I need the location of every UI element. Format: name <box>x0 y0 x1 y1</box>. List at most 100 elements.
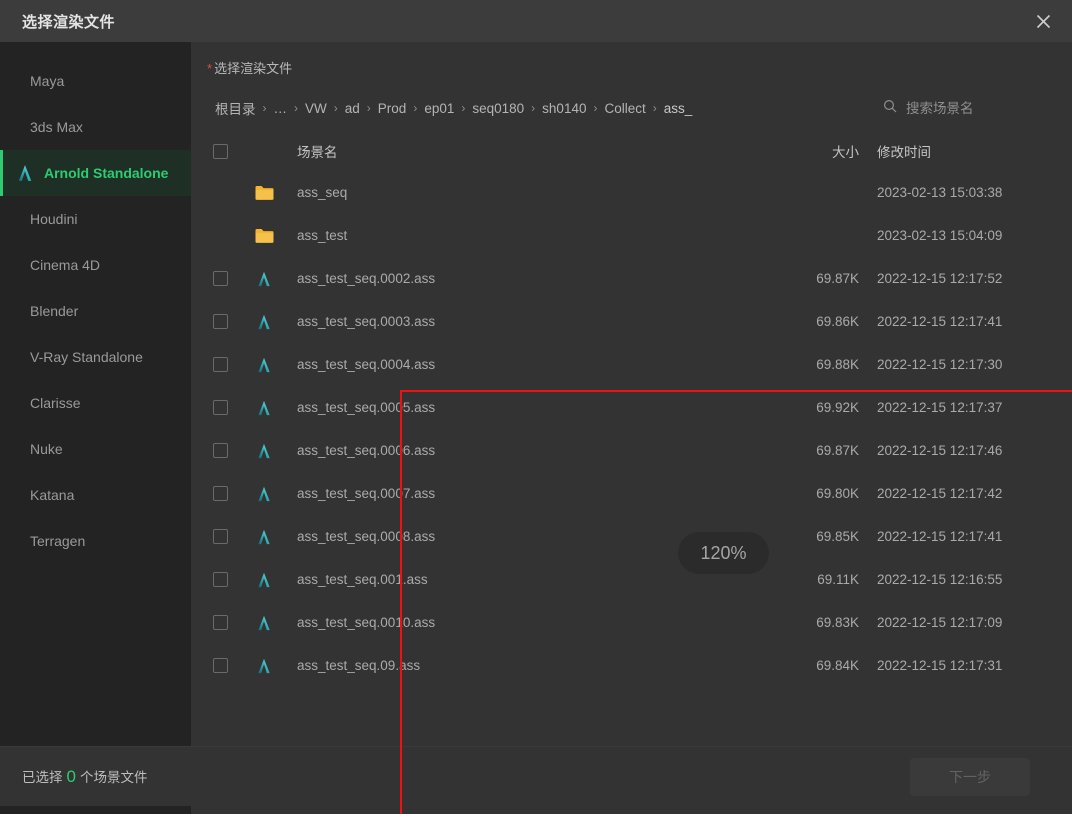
sidebar-item-cinema-4d[interactable]: Cinema 4D <box>0 242 191 288</box>
row-checkbox-cell[interactable] <box>213 357 255 372</box>
bottom-strip <box>0 806 1072 814</box>
row-name[interactable]: ass_test_seq.09.ass <box>297 658 765 673</box>
row-checkbox[interactable] <box>213 615 228 630</box>
next-step-button[interactable]: 下一步 <box>910 757 1030 796</box>
row-time: 2022-12-15 12:17:37 <box>877 400 1003 415</box>
row-checkbox-cell[interactable] <box>213 529 255 544</box>
row-name[interactable]: ass_test_seq.0010.ass <box>297 615 765 630</box>
breadcrumb-item[interactable]: … <box>274 101 288 116</box>
arnold-ass-icon <box>255 571 297 589</box>
row-checkbox[interactable] <box>213 486 228 501</box>
breadcrumb-separator: › <box>531 101 536 115</box>
table-row[interactable]: ass_test_seq.0004.ass 69.88K 2022-12-15 12… <box>191 343 1072 386</box>
row-checkbox-cell[interactable] <box>213 400 255 415</box>
sidebar-item-label: Katana <box>30 487 75 503</box>
row-time: 2022-12-15 12:16:55 <box>877 572 1003 587</box>
table-row[interactable]: ass_test_seq.0008.ass 69.85K 2022-12-15 12… <box>191 515 1072 558</box>
row-size: 69.83K <box>816 615 859 630</box>
dialog-titlebar: 选择渲染文件 <box>0 0 1072 42</box>
row-size: 69.86K <box>816 314 859 329</box>
column-header-size[interactable]: 大小 <box>765 141 877 161</box>
row-checkbox[interactable] <box>213 658 228 673</box>
table-row[interactable]: ass_test_seq.001.ass 69.11K 2022-12-15 12:… <box>191 558 1072 601</box>
breadcrumb-item[interactable]: Prod <box>378 101 407 116</box>
table-row[interactable]: ass_test_seq.0007.ass 69.80K 2022-12-15 12… <box>191 472 1072 515</box>
row-checkbox[interactable] <box>213 357 228 372</box>
select-render-file-dialog: 选择渲染文件 Maya 3ds Max Arnold Standalone Houdi… <box>0 0 1072 814</box>
row-size: 69.87K <box>816 443 859 458</box>
breadcrumb-separator: › <box>461 101 466 115</box>
row-size: 69.92K <box>816 400 859 415</box>
row-name[interactable]: ass_seq <box>297 185 765 200</box>
breadcrumb-item[interactable]: seq0180 <box>472 101 524 116</box>
row-name[interactable]: ass_test_seq.0004.ass <box>297 357 765 372</box>
row-checkbox-cell[interactable] <box>213 572 255 587</box>
column-header-time[interactable]: 修改时间 <box>877 141 1072 161</box>
sidebar-item-label: Arnold Standalone <box>44 165 169 181</box>
row-time: 2022-12-15 12:17:31 <box>877 658 1003 673</box>
row-checkbox-cell[interactable] <box>213 271 255 286</box>
breadcrumb-item[interactable]: 根目录 <box>215 98 256 118</box>
row-checkbox-cell[interactable] <box>213 615 255 630</box>
sidebar-item-blender[interactable]: Blender <box>0 288 191 334</box>
row-checkbox[interactable] <box>213 572 228 587</box>
row-name[interactable]: ass_test_seq.0007.ass <box>297 486 765 501</box>
row-time: 2022-12-15 12:17:42 <box>877 486 1003 501</box>
table-row[interactable]: ass_test_seq.0003.ass 69.86K 2022-12-15 12… <box>191 300 1072 343</box>
row-name[interactable]: ass_test <box>297 228 765 243</box>
breadcrumb-separator: › <box>413 101 418 115</box>
dialog-body: Maya 3ds Max Arnold Standalone Houdini Cinem… <box>0 42 1072 814</box>
row-checkbox[interactable] <box>213 443 228 458</box>
row-name[interactable]: ass_test_seq.0005.ass <box>297 400 765 415</box>
breadcrumb: 根目录 › … › VW › ad › Prod › ep01 › seq0180 › sh0140 › Col… <box>215 98 883 118</box>
table-row[interactable]: ass_test_seq.0005.ass 69.92K 2022-12-15 12… <box>191 386 1072 429</box>
row-checkbox[interactable] <box>213 271 228 286</box>
row-checkbox[interactable] <box>213 529 228 544</box>
sidebar-item-v-ray-standalone[interactable]: V-Ray Standalone <box>0 334 191 380</box>
arnold-ass-icon <box>255 657 297 675</box>
row-time: 2023-02-13 15:03:38 <box>877 185 1003 200</box>
table-row[interactable]: ass_test_seq.0002.ass 69.87K 2022-12-15 12… <box>191 257 1072 300</box>
table-row[interactable]: ass_test_seq.09.ass 69.84K 2022-12-15 12:1… <box>191 644 1072 687</box>
selected-count: 0 <box>66 767 76 786</box>
sidebar-item-clarisse[interactable]: Clarisse <box>0 380 191 426</box>
sidebar-item-nuke[interactable]: Nuke <box>0 426 191 472</box>
close-icon[interactable] <box>1030 8 1056 34</box>
row-checkbox-cell[interactable] <box>213 314 255 329</box>
column-header-name[interactable]: 场景名 <box>297 141 765 161</box>
sidebar-item-3ds-max[interactable]: 3ds Max <box>0 104 191 150</box>
table-row[interactable]: ass_test 2023-02-13 15:04:09 <box>191 214 1072 257</box>
breadcrumb-item[interactable]: ad <box>345 101 360 116</box>
sidebar-item-katana[interactable]: Katana <box>0 472 191 518</box>
breadcrumb-item[interactable]: VW <box>305 101 327 116</box>
breadcrumb-item[interactable]: ep01 <box>424 101 454 116</box>
sidebar-item-label: V-Ray Standalone <box>30 349 143 365</box>
row-name[interactable]: ass_test_seq.0003.ass <box>297 314 765 329</box>
row-name[interactable]: ass_test_seq.0002.ass <box>297 271 765 286</box>
row-name[interactable]: ass_test_seq.0006.ass <box>297 443 765 458</box>
sidebar-item-terragen[interactable]: Terragen <box>0 518 191 564</box>
table-row[interactable]: ass_test_seq.0010.ass 69.83K 2022-12-15 12… <box>191 601 1072 644</box>
search-input[interactable] <box>906 100 1026 116</box>
sidebar-item-maya[interactable]: Maya <box>0 58 191 104</box>
breadcrumb-item[interactable]: ass_ <box>664 101 693 116</box>
select-all-checkbox-cell[interactable] <box>213 143 255 159</box>
row-checkbox-cell[interactable] <box>213 486 255 501</box>
sidebar-item-houdini[interactable]: Houdini <box>0 196 191 242</box>
row-name[interactable]: ass_test_seq.001.ass <box>297 572 765 587</box>
row-checkbox-cell[interactable] <box>213 658 255 673</box>
row-checkbox-cell[interactable] <box>213 443 255 458</box>
table-row[interactable]: ass_seq 2023-02-13 15:03:38 <box>191 171 1072 214</box>
row-time: 2022-12-15 12:17:52 <box>877 271 1003 286</box>
sidebar-item-arnold-standalone[interactable]: Arnold Standalone <box>0 150 191 196</box>
breadcrumb-item[interactable]: sh0140 <box>542 101 586 116</box>
table-row[interactable]: ass_test_seq.0006.ass 69.87K 2022-12-15 12… <box>191 429 1072 472</box>
search-box[interactable] <box>883 99 1026 118</box>
row-checkbox[interactable] <box>213 400 228 415</box>
required-asterisk: * <box>207 61 213 76</box>
row-checkbox[interactable] <box>213 314 228 329</box>
breadcrumb-item[interactable]: Collect <box>604 101 645 116</box>
select-all-checkbox[interactable] <box>213 143 228 159</box>
section-label: * 选择渲染文件 <box>207 58 1072 77</box>
row-time: 2022-12-15 12:17:46 <box>877 443 1003 458</box>
